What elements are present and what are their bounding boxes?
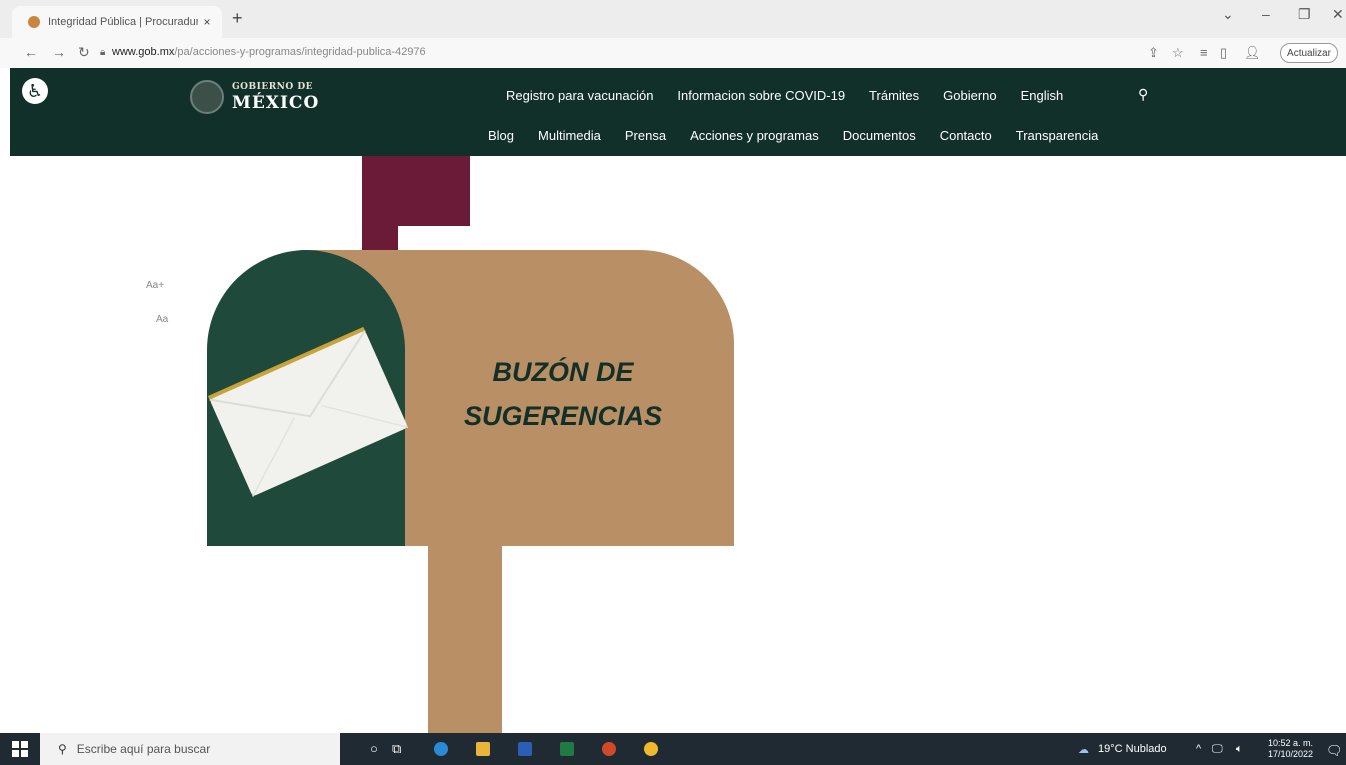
nav-link-blog[interactable]: Blog (488, 128, 514, 143)
clock[interactable]: 10:52 a. m. 17/10/2022 (1268, 738, 1313, 760)
profile-icon[interactable]: 👤︎ (1244, 45, 1261, 61)
browser-tab-bar: Integridad Pública | Procuradur × + ⌄ – … (0, 0, 1346, 38)
forward-icon[interactable]: → (52, 44, 66, 60)
task-view-icon[interactable]: ⧉ (392, 741, 401, 757)
weather-icon[interactable]: ☁ (1078, 743, 1089, 756)
nav-link-acciones[interactable]: Acciones y programas (690, 128, 819, 143)
nav-link-multimedia[interactable]: Multimedia (538, 128, 601, 143)
reload-icon[interactable]: ↻ (78, 44, 90, 61)
search-magnifier-icon: ⚲ (58, 742, 67, 756)
url-field[interactable]: www.gob.mx/pa/acciones-y-programas/integ… (112, 46, 426, 58)
word-icon[interactable] (518, 742, 532, 756)
taskbar-search-placeholder: Escribe aquí para buscar (76, 742, 211, 756)
banner-line2: SUGERENCIAS (463, 401, 663, 431)
favicon-icon (28, 16, 40, 28)
cortana-icon[interactable]: ○ (370, 741, 378, 756)
font-decrease-button[interactable]: Aa (156, 314, 168, 325)
clock-time: 10:52 a. m. (1268, 738, 1314, 748)
tab-close-icon[interactable]: × (198, 15, 216, 29)
clock-date: 17/10/2022 (1268, 749, 1314, 759)
tab-title: Integridad Pública | Procuradur (48, 16, 198, 28)
url-path: /pa/acciones-y-programas/integridad-publ… (174, 46, 426, 58)
url-host: www.gob.mx (112, 46, 175, 58)
address-bar-row: ← → ↻ 🔒︎ www.gob.mx/pa/acciones-y-progra… (0, 38, 1346, 68)
logo-line2[interactable]: MÉXICO (232, 93, 319, 113)
powerpoint-icon[interactable] (602, 742, 616, 756)
update-button[interactable]: Actualizar (1280, 43, 1338, 63)
browser-tab[interactable]: Integridad Pública | Procuradur × (12, 6, 222, 38)
close-window-icon[interactable]: ✕ (1332, 6, 1344, 23)
taskbar-search[interactable]: ⚲ Escribe aquí para buscar (40, 733, 340, 765)
taskbar: ⚲ Escribe aquí para buscar ○ ⧉ ☁ 19°C Nu… (0, 733, 1346, 765)
share-icon[interactable]: ⇪ (1148, 45, 1159, 61)
nav-link-prensa[interactable]: Prensa (625, 128, 666, 143)
reading-list-icon[interactable]: ≡ (1200, 45, 1208, 60)
network-icon[interactable]: 🖵︎ (1212, 743, 1223, 756)
restore-icon[interactable]: ❐ (1298, 6, 1311, 23)
notifications-icon[interactable]: 🗨︎ (1326, 743, 1343, 759)
tab-search-icon[interactable]: ⌄ (1222, 6, 1234, 23)
side-panel-icon[interactable]: ▯ (1220, 45, 1227, 61)
nav-link-contacto[interactable]: Contacto (940, 128, 992, 143)
logo-line1[interactable]: GOBIERNO DE (232, 82, 313, 92)
mailbox-illustration (207, 156, 734, 733)
lock-icon[interactable]: 🔒︎ (100, 47, 105, 58)
nav-link-gobierno[interactable]: Gobierno (943, 88, 996, 103)
nav-link-tramites[interactable]: Trámites (869, 88, 919, 103)
nav-bottom: Blog Multimedia Prensa Acciones y progra… (488, 128, 1122, 143)
nav-link-covid[interactable]: Informacion sobre COVID-19 (677, 88, 845, 103)
bookmark-star-icon[interactable]: ☆ (1172, 45, 1184, 61)
file-explorer-icon[interactable] (476, 742, 490, 756)
accessibility-icon[interactable]: ♿︎ (22, 78, 48, 104)
mailbox-flag (362, 156, 470, 226)
new-tab-button[interactable]: + (232, 8, 243, 29)
nav-link-vacunacion[interactable]: Registro para vacunación (506, 88, 653, 103)
search-icon[interactable]: ⚲ (1138, 86, 1148, 103)
back-icon[interactable]: ← (24, 44, 38, 60)
chrome-icon[interactable] (644, 742, 658, 756)
edge-icon[interactable] (434, 742, 448, 756)
nav-link-transparencia[interactable]: Transparencia (1016, 128, 1099, 143)
font-increase-button[interactable]: Aa+ (146, 280, 164, 291)
banner-title: BUZÓN DE SUGERENCIAS (448, 350, 678, 438)
weather-text[interactable]: 19°C Nublado (1098, 743, 1167, 755)
gov-seal-icon[interactable] (190, 80, 224, 114)
windows-start-icon[interactable] (12, 741, 28, 757)
excel-icon[interactable] (560, 742, 574, 756)
nav-top: Registro para vacunación Informacion sob… (506, 88, 1087, 103)
mailbox-post (428, 546, 502, 733)
tray-chevron-icon[interactable]: ^ (1196, 743, 1201, 755)
banner-line1: BUZÓN DE (492, 357, 634, 387)
nav-link-documentos[interactable]: Documentos (843, 128, 916, 143)
minimize-icon[interactable]: – (1262, 6, 1270, 22)
nav-link-english[interactable]: English (1021, 88, 1064, 103)
volume-icon[interactable]: 🔈︎ (1236, 743, 1243, 756)
